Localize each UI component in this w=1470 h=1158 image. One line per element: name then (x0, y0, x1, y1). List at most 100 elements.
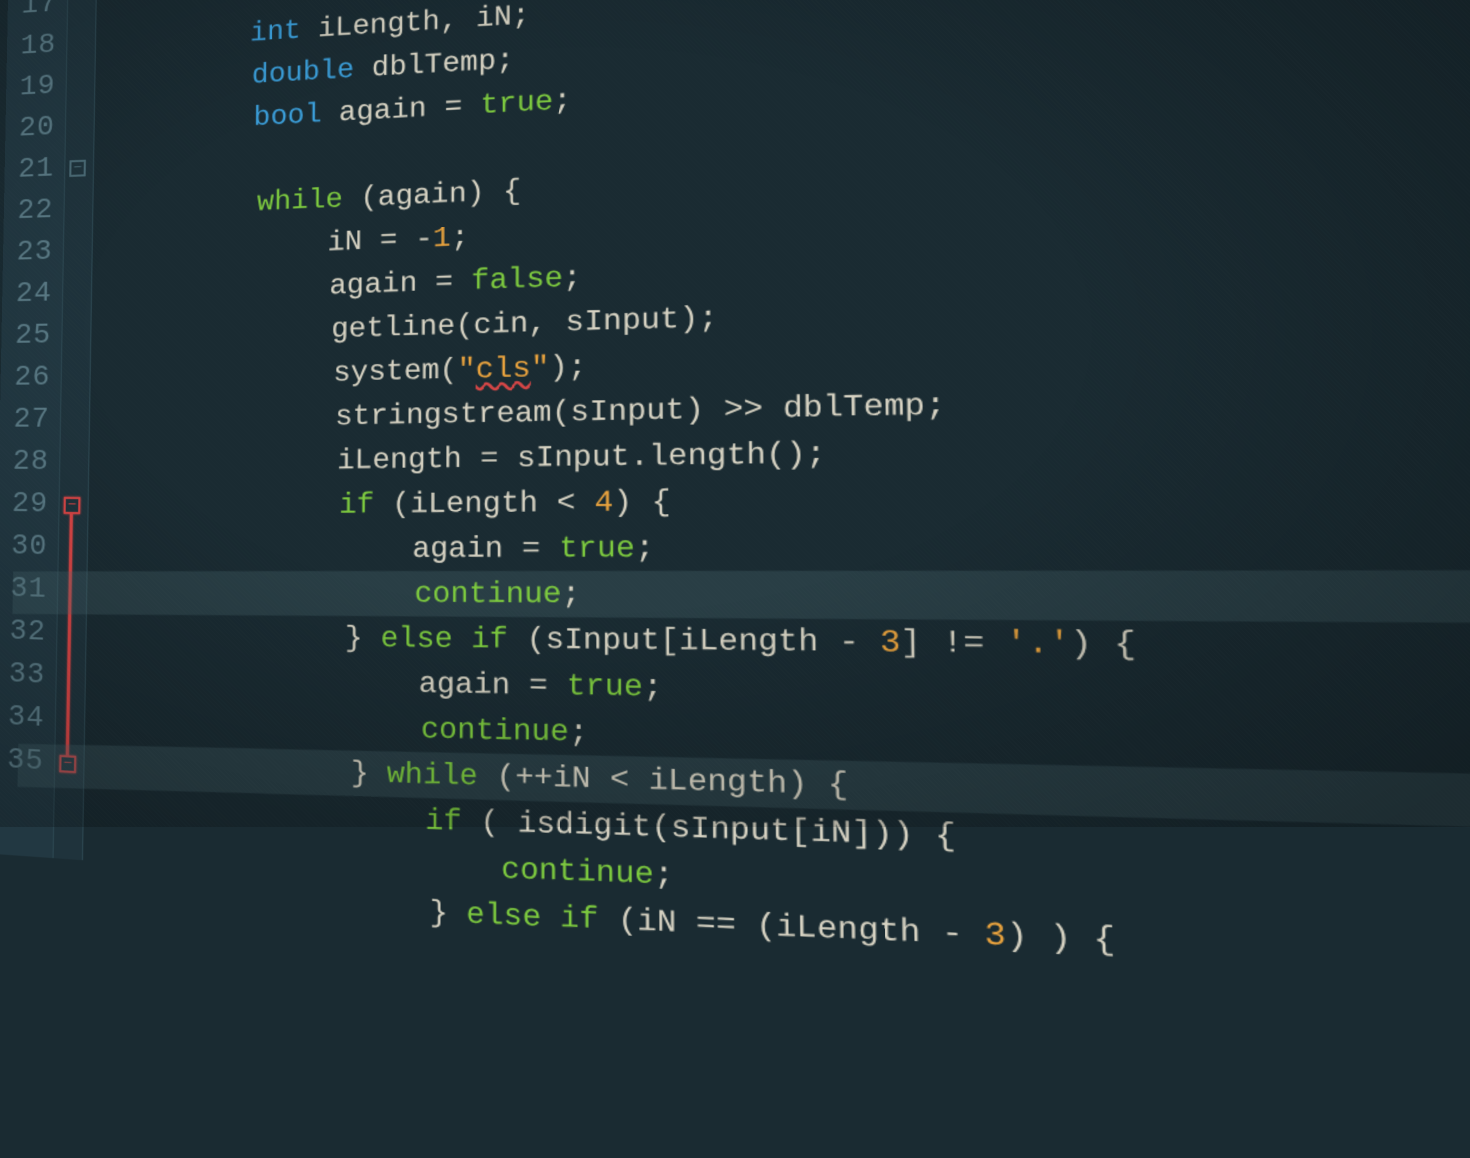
token-op: = (444, 89, 480, 124)
indent (123, 144, 256, 182)
token-id: dblTemp; (763, 387, 946, 426)
token-typ: double (252, 53, 355, 91)
line-number[interactable]: 23 (9, 232, 53, 275)
token-pn: ) ) { (1006, 917, 1116, 960)
token-pn: } (351, 756, 387, 791)
token-id: (iN (598, 902, 696, 942)
line-number[interactable]: 29 (4, 483, 49, 526)
fold-toggle-icon[interactable]: − (64, 497, 81, 514)
indent (147, 840, 501, 887)
token-id: getline(cin, sInput); (331, 301, 718, 346)
token-id: system( (333, 353, 458, 389)
indent (141, 664, 419, 701)
indent (118, 17, 250, 57)
token-kw: while (257, 183, 343, 219)
line-number[interactable]: 27 (6, 399, 51, 441)
token-id: again (412, 531, 522, 565)
token-id: (iLength (756, 908, 942, 953)
line-number[interactable]: 26 (6, 357, 50, 399)
token-num: 4 (594, 485, 613, 520)
token-num: 1 (433, 221, 451, 255)
indent (121, 102, 253, 141)
token-id: iN (553, 760, 610, 797)
token-pn: } (429, 895, 466, 931)
token-str: '.' (1005, 625, 1070, 663)
token-pn: ; (562, 577, 581, 612)
line-number[interactable]: 33 (1, 653, 46, 698)
line-number[interactable]: 24 (8, 273, 52, 316)
token-op: = (435, 264, 471, 299)
line-number[interactable]: 32 (1, 610, 46, 654)
token-kw: continue (501, 852, 654, 893)
token-pn: ; (635, 531, 654, 566)
token-id: dblTemp; (354, 43, 514, 85)
indent (132, 400, 336, 436)
line-number[interactable] (0, 825, 43, 872)
token-str: " (458, 353, 476, 387)
token-pn: ); (549, 350, 586, 385)
line-number[interactable]: 30 (3, 526, 48, 569)
fold-toggle-icon[interactable]: − (69, 160, 86, 177)
token-op: = - (380, 222, 433, 257)
indent (144, 752, 351, 791)
token-kw: if (425, 803, 462, 839)
token-num: 3 (984, 916, 1006, 955)
line-number[interactable] (0, 868, 42, 915)
token-pn: ; (563, 260, 582, 295)
token-op: >> (724, 391, 764, 427)
token-pn: ) { (613, 485, 671, 520)
token-id: again (322, 91, 445, 130)
token-id: iN (327, 224, 380, 259)
token-pn: ; (654, 857, 674, 894)
line-number[interactable]: 20 (11, 107, 55, 150)
token-id: stringstream(sInput) (335, 392, 724, 433)
token-id: again (329, 266, 435, 303)
token-op: = (522, 531, 559, 566)
token-op: - (839, 624, 881, 661)
line-number[interactable]: 18 (13, 25, 57, 68)
token-str: cls (476, 351, 531, 386)
token-pn: ; (451, 220, 469, 254)
line-number[interactable]: 17 (13, 0, 57, 28)
indent (129, 313, 332, 351)
token-op: - (942, 915, 985, 954)
line-number[interactable]: 22 (10, 190, 54, 233)
line-number[interactable] (0, 782, 43, 828)
token-id: iLength) { (648, 763, 848, 804)
editor-viewport: 17181920212223242526272829303132333435 −… (0, 0, 1470, 993)
indent (127, 270, 329, 309)
indent (126, 226, 328, 266)
token-bool: true (559, 531, 635, 566)
indent (136, 532, 412, 566)
line-number[interactable]: 21 (10, 149, 54, 192)
token-op: ++ (515, 760, 553, 796)
token-op: = (480, 442, 498, 476)
code-area[interactable]: string sInput; int iLength, iN; double d… (83, 0, 1470, 1032)
indent (138, 577, 415, 611)
token-pn: } (345, 621, 381, 655)
indent (120, 59, 252, 98)
line-number[interactable]: 28 (5, 441, 50, 484)
token-typ: bool (253, 98, 321, 134)
indent (148, 885, 429, 930)
token-kw: else if (466, 897, 598, 938)
token-op: != (942, 625, 1006, 662)
code-editor[interactable]: 17181920212223242526272829303132333435 −… (0, 0, 1470, 1032)
token-op: == (696, 905, 756, 944)
token-num: 3 (880, 624, 901, 661)
token-pn: ; (569, 715, 588, 750)
token-id: (sInput[iLength (508, 622, 839, 660)
token-op: < (610, 762, 649, 798)
line-number[interactable]: 25 (7, 315, 51, 357)
token-id: iLength (337, 442, 480, 477)
indent (145, 796, 425, 838)
line-number[interactable]: 34 (0, 696, 45, 741)
token-pn: ( (478, 759, 515, 795)
token-kw: while (387, 757, 478, 794)
token-pn: ) { (1070, 625, 1137, 663)
token-op: = (529, 668, 567, 703)
token-bool: false (471, 261, 563, 298)
line-number[interactable]: 19 (12, 66, 56, 109)
token-id: again (419, 667, 529, 703)
token-kw: continue (421, 712, 569, 749)
